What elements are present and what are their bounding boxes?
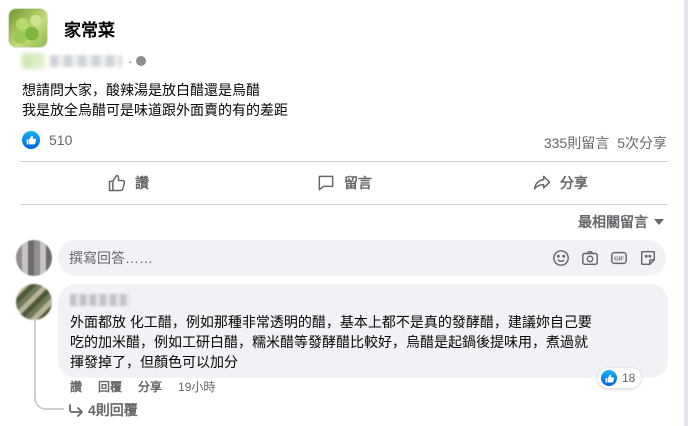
comment-line: 外面都放 化工醋，例如那種非常透明的醋，基本上都不是真的發酵醋，建議妳自己要 (70, 314, 592, 330)
divider (20, 204, 668, 205)
comment-body: 外面都放 化工醋，例如那種非常透明的醋，基本上都不是真的發酵醋，建議妳自己要 吃… (70, 312, 656, 372)
thumbs-up-icon (108, 174, 126, 192)
view-replies-button[interactable]: 4則回覆 (68, 400, 138, 420)
reply-thread-curve (34, 392, 64, 410)
reply-arrow-icon (69, 404, 83, 417)
post-line: 我是放全烏醋可是味道跟外面賣的有的差距 (22, 102, 288, 118)
like-reaction-icon (601, 370, 617, 386)
like-label: 讚 (135, 175, 149, 191)
svg-text:GIF: GIF (614, 257, 624, 263)
sort-label: 最相關留言 (578, 214, 648, 230)
comment-like-link[interactable]: 讚 (70, 378, 82, 395)
commenter-avatar[interactable] (16, 284, 52, 320)
comment-bubble: 外面都放 化工醋，例如那種非常透明的醋，基本上都不是真的發酵醋，建議妳自己要 吃… (58, 284, 668, 378)
post-body: 想請問大家，酸辣湯是放白醋還是烏醋 我是放全烏醋可是味道跟外面賣的有的差距 (22, 80, 288, 120)
emoji-icon[interactable] (551, 248, 571, 268)
meta-separator: · (128, 53, 133, 69)
post-line: 想請問大家，酸辣湯是放白醋還是烏醋 (22, 82, 260, 98)
share-label: 分享 (560, 175, 588, 191)
comment-button[interactable]: 留言 (236, 162, 452, 204)
group-name[interactable]: 家常菜 (64, 16, 115, 41)
comment-share-link[interactable]: 分享 (138, 378, 162, 395)
camera-icon[interactable] (580, 248, 600, 268)
sticker-icon[interactable] (638, 248, 658, 268)
comment-actions: 讚 回覆 分享 19小時 (70, 378, 215, 395)
comment-reactions[interactable]: 18 (598, 368, 642, 388)
comment-label: 留言 (344, 175, 372, 191)
comment-input-placeholder: 撰寫回答…… (69, 250, 153, 266)
comments-count[interactable]: 335則留言 (544, 133, 609, 153)
gif-icon[interactable]: GIF (609, 248, 629, 268)
post-action-bar: 讚 留言 分享 (20, 162, 668, 204)
share-icon (533, 175, 551, 190)
current-user-avatar[interactable] (16, 240, 52, 276)
group-thumbnail[interactable] (8, 8, 48, 48)
group-header[interactable]: 家常菜 (8, 6, 115, 50)
commenter-name[interactable] (70, 294, 130, 306)
post-reactions[interactable]: 510 (22, 131, 72, 149)
globe-icon (136, 56, 147, 66)
comment-icon (318, 175, 334, 191)
shares-count[interactable]: 5次分享 (617, 133, 667, 153)
like-button[interactable]: 讚 (20, 162, 236, 204)
comment-input[interactable]: 撰寫回答…… GIF (58, 240, 666, 276)
comment-reaction-count: 18 (622, 371, 636, 385)
author-name[interactable] (50, 55, 122, 67)
replies-label: 4則回覆 (88, 402, 138, 418)
reply-thread-line (34, 320, 36, 402)
scrollbar[interactable] (684, 0, 688, 426)
reaction-count: 510 (49, 132, 73, 148)
comment-line: 吃的加米醋，例如工研白醋，糯米醋等發酵醋比較好，烏醋是起鍋後提味用，煮過就 (70, 334, 588, 350)
comment-timestamp[interactable]: 19小時 (178, 378, 215, 395)
post-stats: 335則留言 5次分享 (544, 133, 667, 153)
comment-sort-dropdown[interactable]: 最相關留言 (578, 212, 664, 232)
composer-toolbar: GIF (551, 248, 658, 268)
author-avatar[interactable] (22, 53, 46, 69)
share-button[interactable]: 分享 (452, 162, 668, 204)
comment-reply-link[interactable]: 回覆 (98, 378, 122, 395)
comment-line: 揮發掉了，但顏色可以加分 (70, 354, 238, 370)
caret-down-icon (654, 219, 664, 225)
post-author-row: · (22, 52, 147, 70)
like-reaction-icon (22, 131, 40, 149)
